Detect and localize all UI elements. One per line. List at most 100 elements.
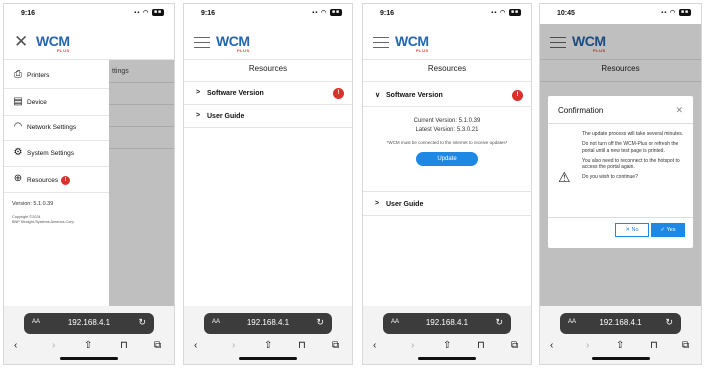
chevron-right-icon: >	[375, 200, 380, 207]
reload-icon[interactable]: ↻	[138, 317, 146, 328]
software-version-row[interactable]: ∨ Software Version !	[363, 85, 531, 107]
back-icon[interactable]: ‹	[373, 340, 376, 351]
share-icon[interactable]: ⇧	[84, 340, 92, 351]
app-header: ✕ WCM PLUS	[4, 24, 174, 60]
status-bar: 9:16 ▪▪ ◠ ■■	[4, 4, 174, 24]
close-icon[interactable]: ✕	[14, 32, 28, 52]
home-indicator	[60, 357, 118, 360]
wcm-logo: WCM PLUS	[216, 33, 250, 53]
battery-icon: ■■	[151, 9, 164, 16]
bookmarks-icon[interactable]: ⊓	[120, 340, 128, 351]
gear-icon: ⚙	[13, 147, 23, 158]
tabs-icon[interactable]: ⧉	[511, 340, 518, 351]
back-icon[interactable]: ‹	[550, 340, 553, 351]
app-header: WCM PLUS	[184, 24, 352, 60]
phone-resources-screen: 9:16 ▪▪ ◠ ■■ WCM PLUS Resources > Softwar…	[183, 3, 353, 365]
page-title: Resources	[363, 64, 531, 82]
tabs-icon[interactable]: ⧉	[154, 340, 161, 351]
share-icon[interactable]: ⇧	[616, 340, 624, 351]
divider	[109, 82, 174, 83]
url-text: 192.168.4.1	[67, 318, 111, 327]
divider	[109, 126, 174, 127]
notification-badge: !	[333, 88, 344, 99]
status-time: 10:45	[557, 10, 575, 17]
forward-icon[interactable]: ›	[411, 340, 414, 351]
browser-bottom-bar: AA 192.168.4.1 ↻ ‹ › ⇧ ⊓ ⧉	[184, 306, 352, 364]
browser-bottom-bar: AA 192.168.4.1 ↻ ‹ › ⇧ ⊓ ⧉	[363, 306, 531, 364]
hamburger-menu-icon[interactable]	[373, 37, 389, 49]
notification-badge: !	[61, 176, 71, 185]
dimmed-background[interactable]: ttings	[109, 60, 174, 306]
status-time: 9:16	[21, 10, 36, 17]
hamburger-menu-icon[interactable]	[194, 37, 210, 49]
divider	[4, 88, 109, 89]
browser-bottom-bar: AA 192.168.4.1 ↻ ‹ › ⇧ ⊓ ⧉	[4, 306, 174, 364]
back-icon[interactable]: ‹	[194, 340, 197, 351]
status-time: 9:16	[380, 10, 395, 17]
app-header: WCM PLUS	[363, 24, 531, 60]
no-button[interactable]: ✕ No	[615, 223, 649, 237]
phone-software-version-screen: 9:16 ▪▪ ◠ ■■ WCM PLUS Resources ∨ Softwar…	[362, 3, 532, 365]
forward-icon[interactable]: ›	[232, 340, 235, 351]
bookmarks-icon[interactable]: ⊓	[477, 340, 485, 351]
status-icons: ▪▪ ◠ ■■	[134, 9, 164, 17]
notification-badge: !	[512, 90, 523, 101]
warning-icon: ⚠	[558, 169, 571, 185]
divider	[548, 217, 693, 218]
user-guide-row[interactable]: > User Guide	[363, 194, 531, 216]
home-indicator	[418, 357, 476, 360]
forward-icon[interactable]: ›	[52, 340, 55, 351]
background-text: ttings	[112, 68, 129, 75]
status-time: 9:16	[201, 10, 216, 17]
phone-confirmation-screen: 10:45 ▪▪ ◠ ■■ WCM PLUS Resources Confirma…	[539, 3, 702, 365]
update-button[interactable]: Update	[416, 152, 478, 166]
url-text: 192.168.4.1	[599, 318, 642, 327]
close-icon[interactable]: ✕	[675, 105, 683, 116]
browser-toolbar: ‹ › ⇧ ⊓ ⧉	[184, 340, 352, 354]
globe-icon: ⊕	[13, 173, 23, 184]
navigation-drawer: ⎙ Printers ▤ Device ◠ Network Settings ⚙…	[4, 60, 109, 306]
status-bar: 9:16 ▪▪ ◠ ■■	[363, 4, 531, 24]
tabs-icon[interactable]: ⧉	[332, 340, 339, 351]
divider	[4, 192, 109, 193]
url-text: 192.168.4.1	[246, 318, 290, 327]
browser-toolbar: ‹ › ⇧ ⊓ ⧉	[4, 340, 174, 354]
screenshot-collage: 9:16 ▪▪ ◠ ■■ ✕ WCM PLUS ttings ⎙ Printers…	[0, 0, 705, 368]
divider	[4, 115, 109, 116]
divider	[109, 148, 174, 149]
tabs-icon[interactable]: ⧉	[682, 340, 689, 351]
divider	[4, 140, 109, 141]
status-icons: ▪▪ ◠ ■■	[312, 9, 342, 17]
bookmarks-icon[interactable]: ⊓	[298, 340, 306, 351]
wifi-icon: ◠	[13, 121, 23, 132]
address-bar[interactable]: AA 192.168.4.1 ↻	[560, 313, 681, 334]
divider	[109, 104, 174, 105]
address-bar[interactable]: AA 192.168.4.1 ↻	[383, 313, 511, 334]
address-bar[interactable]: AA 192.168.4.1 ↻	[24, 313, 154, 334]
battery-icon: ■■	[329, 9, 342, 16]
back-icon[interactable]: ‹	[14, 340, 17, 351]
share-icon[interactable]: ⇧	[264, 340, 272, 351]
chevron-right-icon: >	[196, 89, 201, 96]
address-bar[interactable]: AA 192.168.4.1 ↻	[204, 313, 332, 334]
reload-icon[interactable]: ↻	[495, 317, 503, 328]
reload-icon[interactable]: ↻	[665, 317, 673, 328]
reload-icon[interactable]: ↻	[316, 317, 324, 328]
forward-icon[interactable]: ›	[586, 340, 589, 351]
page-title: Resources	[184, 64, 352, 82]
latest-version-text: Latest Version: 5.3.0.21	[415, 127, 479, 133]
dialog-title: Confirmation	[558, 106, 604, 115]
current-version-text: Current Version: 5.1.0.39	[413, 118, 481, 124]
user-guide-row[interactable]: > User Guide	[184, 106, 352, 128]
software-version-row[interactable]: > Software Version !	[184, 83, 352, 105]
home-indicator	[239, 357, 297, 360]
share-icon[interactable]: ⇧	[443, 340, 451, 351]
divider	[548, 123, 693, 124]
chevron-right-icon: >	[196, 112, 201, 119]
bookmarks-icon[interactable]: ⊓	[650, 340, 658, 351]
yes-button[interactable]: ✓ Yes	[651, 223, 685, 237]
drawer-item-label: Resources	[27, 177, 59, 185]
version-text: Version: 5.1.0.39	[12, 201, 54, 207]
dialog-message: The update process will take several min…	[582, 131, 684, 181]
software-version-panel: Current Version: 5.1.0.39 Latest Version…	[363, 107, 531, 192]
